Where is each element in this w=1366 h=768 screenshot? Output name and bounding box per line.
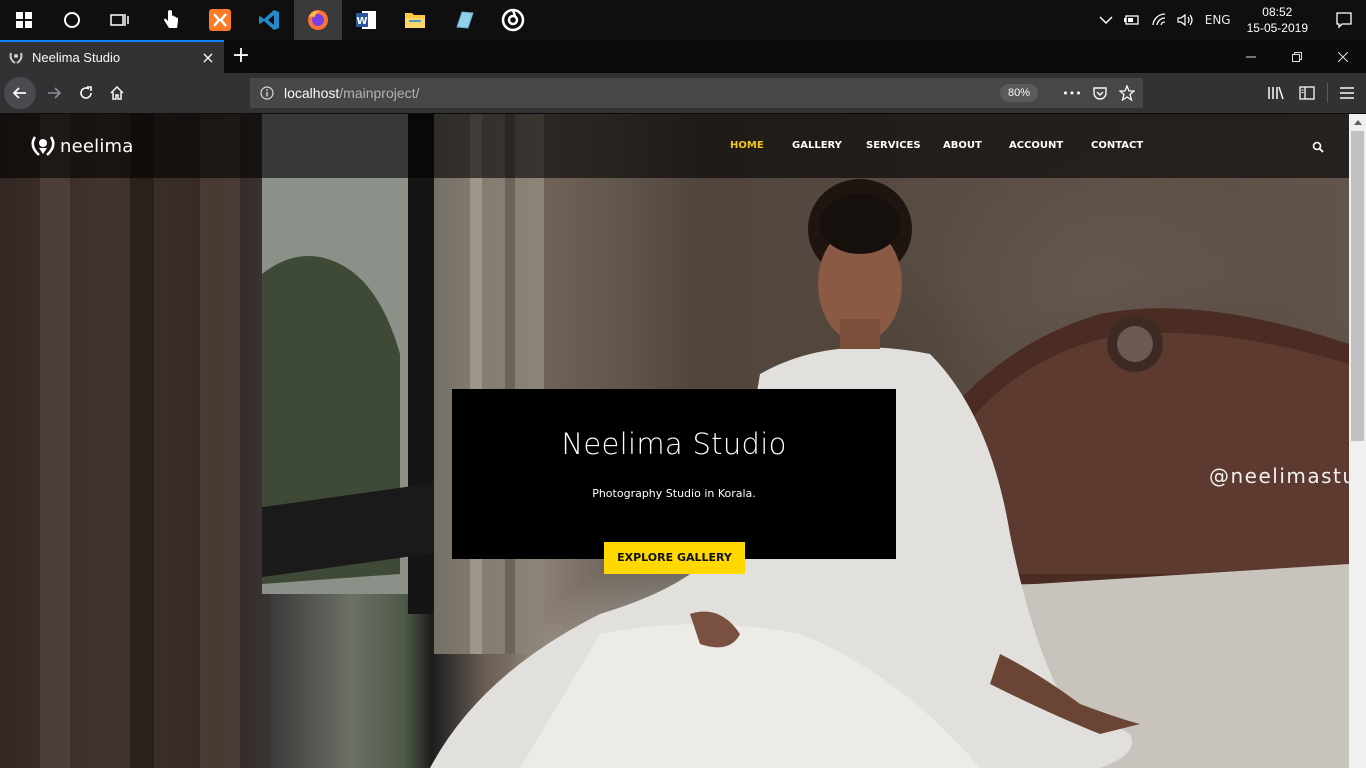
minimize-button[interactable] [1228,40,1274,73]
xampp-icon [209,9,231,31]
notification-icon [1336,12,1352,29]
tab-close-icon[interactable]: × [196,48,220,67]
target-icon [501,8,525,32]
site-header: neelima HOME GALLERY SERVICES ABOUT ACCO… [0,114,1349,178]
tray-chevron-up-icon[interactable] [1099,15,1113,25]
back-button[interactable] [4,77,36,109]
url-host: localhost [284,85,340,101]
volume-icon[interactable] [1177,13,1195,27]
hand-pointer-icon [164,10,178,28]
close-window-button[interactable] [1320,40,1366,73]
nav-account[interactable]: ACCOUNT [1009,140,1063,151]
start-button[interactable] [0,0,48,40]
tab-title: Neelima Studio [32,50,121,65]
wifi-icon[interactable] [1151,13,1167,27]
nav-home[interactable]: HOME [730,140,764,151]
xampp-button[interactable] [196,0,244,40]
library-button[interactable] [1260,77,1292,109]
minimize-icon [1246,56,1256,57]
nav-services[interactable]: SERVICES [866,140,921,151]
action-center-button[interactable] [1322,0,1366,40]
bookmark-star-icon[interactable] [1116,83,1138,103]
page-actions-menu-icon[interactable]: ••• [1061,83,1083,103]
hero-card: Neelima Studio Photography Studio in Kor… [452,389,896,559]
nav-about[interactable]: ABOUT [943,140,982,151]
nav-gallery[interactable]: GALLERY [792,140,842,151]
task-view-button[interactable] [96,0,144,40]
photo-watermark: @neelimastud [1209,464,1349,488]
system-tray: ENG 08:52 15-05-2019 [1099,0,1366,40]
restore-button[interactable] [1274,40,1320,73]
site-logo[interactable]: neelima [28,134,134,158]
scrollbar-thumb[interactable] [1351,131,1364,441]
notepad-icon [456,11,474,29]
reload-button[interactable] [70,77,102,109]
browser-tab-strip: Neelima Studio × + [0,40,1366,73]
site-search-icon[interactable] [1312,138,1324,157]
arrow-right-icon [48,87,62,99]
logo-text: neelima [60,135,134,157]
sidebar-icon [1299,86,1315,100]
word-button[interactable]: W [342,0,390,40]
battery-icon[interactable] [1123,14,1141,26]
hero-subtitle: Photography Studio in Korala. [592,487,756,500]
folder-icon [405,13,425,28]
forward-button[interactable] [38,77,70,109]
arrow-left-icon [12,87,26,99]
page-scrollbar[interactable] [1349,114,1366,768]
reload-icon [80,86,92,99]
library-icon [1268,86,1284,100]
page-viewport: neelima HOME GALLERY SERVICES ABOUT ACCO… [0,114,1349,768]
firefox-taskbar-button[interactable] [294,0,342,40]
task-view-icon [110,14,129,26]
zoom-indicator[interactable]: 80% [1000,84,1038,102]
firefox-icon [308,10,328,30]
cortana-circle-icon [64,12,80,28]
browser-tab-active[interactable]: Neelima Studio × [0,40,224,73]
clock-time: 08:52 [1262,5,1293,19]
tab-favicon-laurel-icon [8,50,24,66]
browser-navbar: localhost/mainproject/ 80% ••• [0,73,1366,114]
svg-text:W: W [356,16,367,27]
hamburger-menu-button[interactable] [1331,77,1363,109]
touch-app-button[interactable] [147,0,195,40]
file-explorer-button[interactable] [391,0,439,40]
word-icon: W [356,11,376,29]
hero-title: Neelima Studio [561,427,787,461]
windows-taskbar: W ENG 08:52 15-05-2019 [0,0,1366,40]
restore-icon [1292,51,1302,62]
notepad-button[interactable] [440,0,488,40]
explore-gallery-button[interactable]: EXPLORE GALLERY [604,542,745,574]
windows-logo-icon [16,12,32,28]
url-bar[interactable]: localhost/mainproject/ 80% ••• [250,78,1143,108]
laurel-logo-icon [31,136,55,156]
home-icon [110,85,124,100]
url-path: /mainproject/ [339,85,420,101]
clock[interactable]: 08:52 15-05-2019 [1247,4,1308,36]
close-icon [1338,51,1348,62]
vscode-icon [259,10,279,30]
sidebar-button[interactable] [1291,77,1323,109]
nav-contact[interactable]: CONTACT [1091,140,1143,151]
vscode-button[interactable] [245,0,293,40]
media-app-button[interactable] [489,0,537,40]
new-tab-button[interactable]: + [230,40,252,73]
info-icon[interactable] [260,86,274,100]
home-button[interactable] [101,77,133,109]
hamburger-menu-icon [1340,87,1354,99]
scroll-up-arrow-icon[interactable] [1349,114,1366,131]
toolbar-separator [1327,83,1328,103]
language-indicator[interactable]: ENG [1205,13,1231,27]
cortana-button[interactable] [48,0,96,40]
pocket-icon[interactable] [1089,83,1111,103]
clock-date: 15-05-2019 [1246,21,1308,35]
